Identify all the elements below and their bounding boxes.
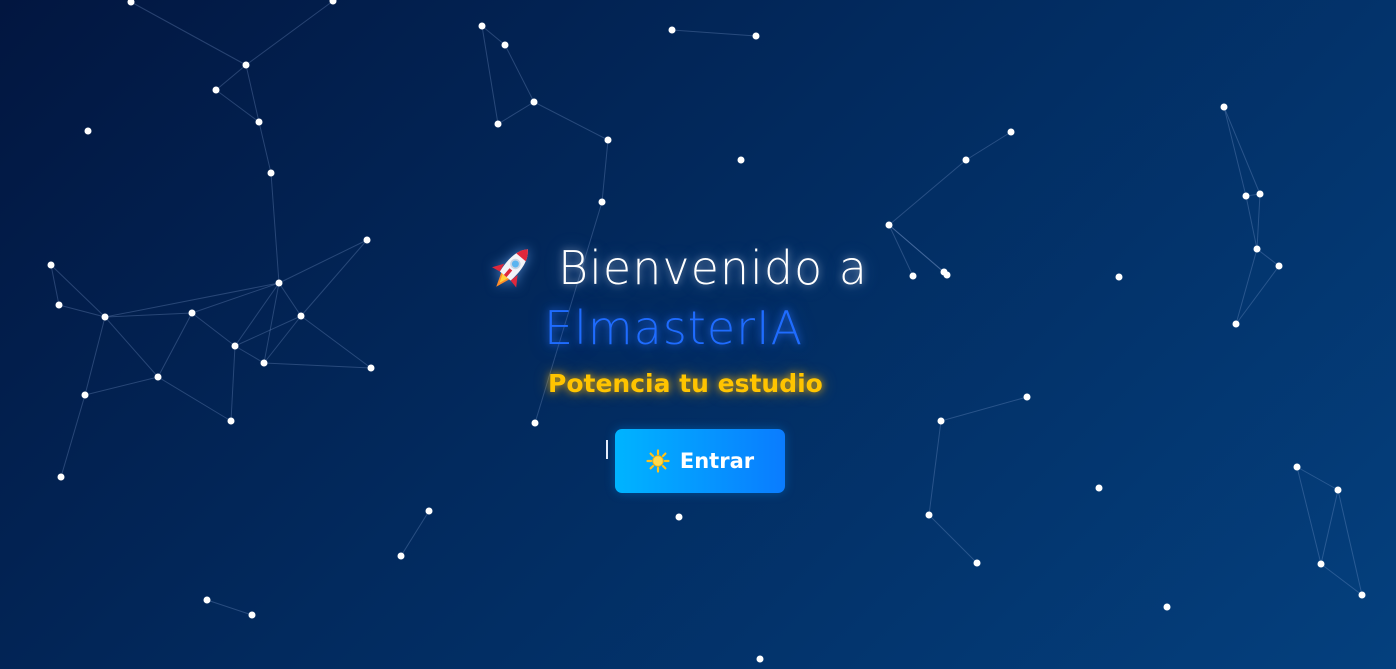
welcome-greeting: Bienvenido a [558, 241, 868, 295]
welcome-title: Bienvenido a [484, 238, 868, 298]
tagline: Potencia tu estudio [548, 369, 823, 398]
sun-icon [646, 449, 670, 473]
welcome-hero: Bienvenido a ElmasterIA Potencia tu estu… [0, 0, 1396, 669]
enter-button[interactable]: Entrar [615, 429, 785, 493]
rocket-icon [492, 249, 528, 288]
brand-name: ElmasterIA [544, 301, 804, 355]
text-cursor [606, 440, 608, 459]
enter-button-label: Entrar [679, 449, 755, 473]
